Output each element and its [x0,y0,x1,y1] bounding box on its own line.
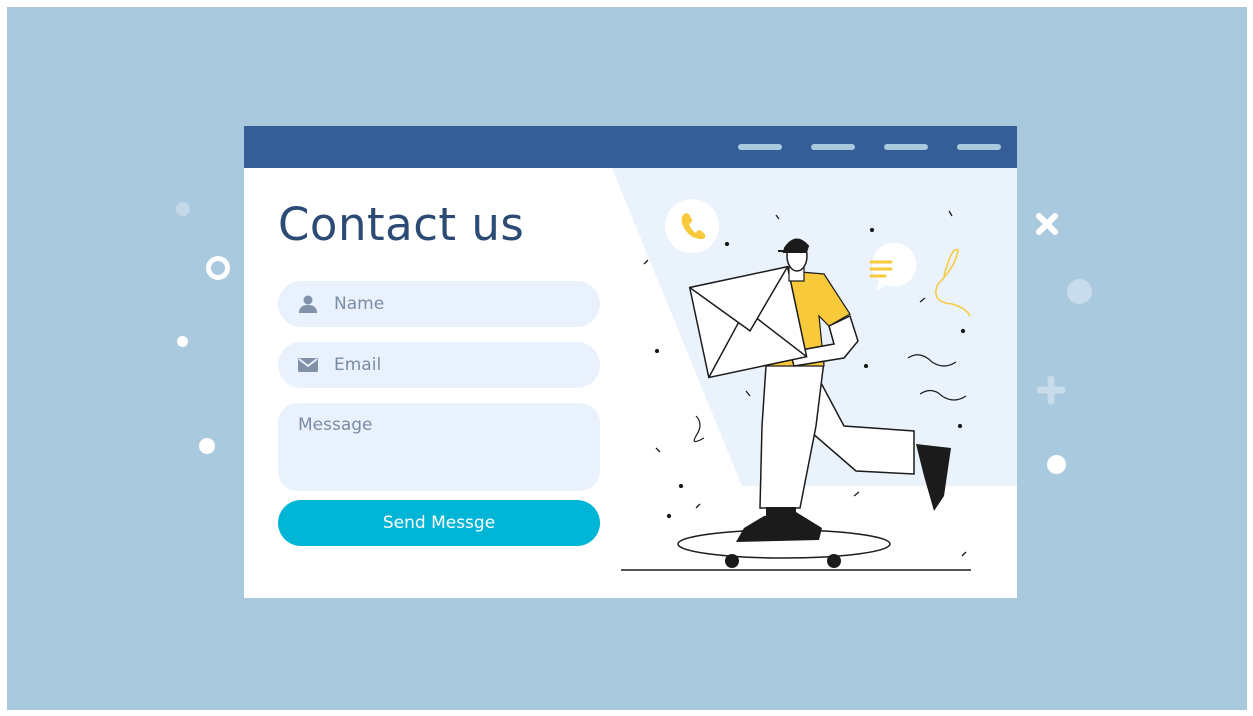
send-message-button[interactable]: Send Messge [278,500,600,546]
decor-dot [199,438,215,454]
decor-plus-icon [1036,375,1066,405]
skateboard-wheel [725,554,739,568]
background-scene: Contact us Send Messge [7,7,1247,710]
decor-ring [206,256,230,280]
decor-dot [176,202,190,216]
chat-bubble [869,242,917,291]
courier-back-leg [803,350,915,475]
email-field[interactable] [278,342,600,388]
chat-icon [869,260,893,278]
envelope-icon [298,358,318,372]
decor-cross-icon [1036,213,1058,235]
window-header-bar [244,126,1017,168]
email-input[interactable] [334,342,584,388]
message-field[interactable] [278,403,600,491]
courier-sock [766,507,796,517]
phone-icon [681,213,706,240]
courier-shoe [736,512,822,542]
skateboard-wheel [827,554,841,568]
nav-menu-item[interactable] [811,144,855,150]
nav-menu-item[interactable] [957,144,1001,150]
decor-confetti [643,210,967,557]
skateboard-deck [677,529,891,559]
message-input[interactable] [298,415,578,477]
decor-dot [1067,279,1092,304]
decor-loop [693,415,705,443]
name-field[interactable] [278,281,600,327]
decor-wave [907,354,967,401]
name-input[interactable] [334,281,584,327]
courier-neck [788,265,805,282]
decor-dot [177,336,188,347]
envelope-illustration [688,265,808,379]
courier-arm [789,314,859,367]
contact-window: Contact us Send Messge [244,126,1017,598]
page-title: Contact us [278,198,525,251]
courier-front-leg [759,360,825,509]
decor-dot [1047,455,1066,474]
phone-bubble [665,199,719,253]
nav-menu-item[interactable] [738,144,782,150]
illustration-backdrop [612,168,1017,486]
decor-squiggle [935,248,971,317]
courier-shirt [763,270,851,367]
user-icon [299,295,317,313]
nav-menu-item[interactable] [884,144,928,150]
courier-shoe [916,444,951,511]
courier-head [786,240,808,272]
courier-cap [778,238,810,253]
